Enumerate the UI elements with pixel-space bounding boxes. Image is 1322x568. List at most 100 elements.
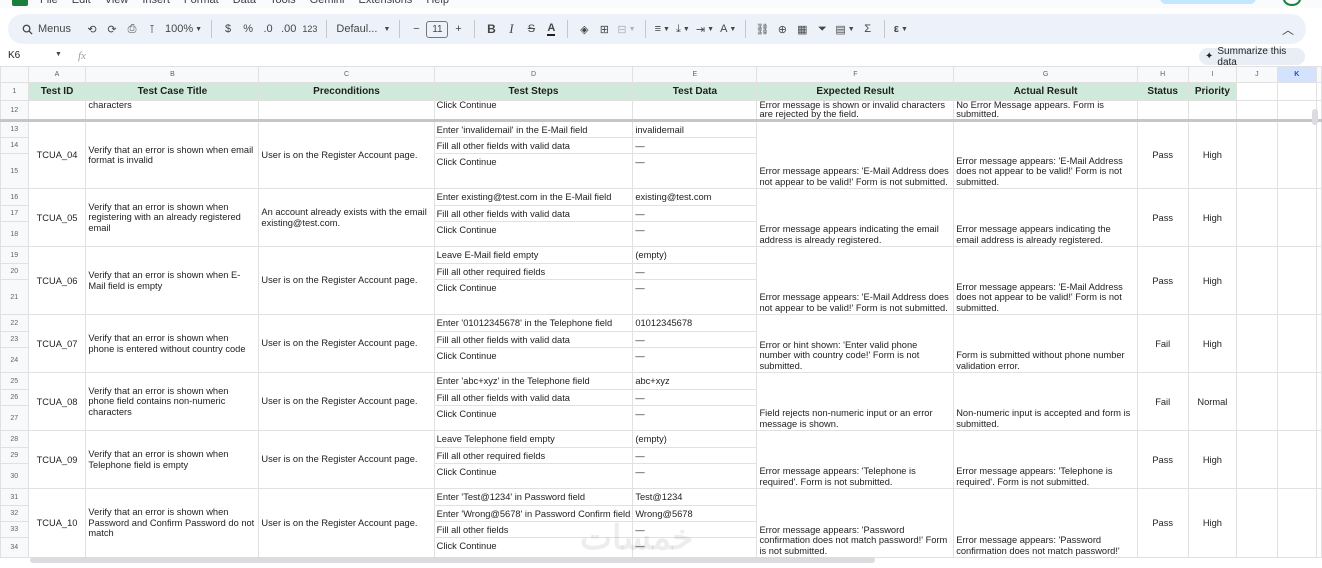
actual-result-cell[interactable]: Non-numeric input is accepted and form i… [953, 372, 1138, 431]
percent-format-button[interactable]: % [238, 18, 258, 40]
increase-decimal-button[interactable]: .00 [278, 18, 299, 40]
column-title-cell[interactable]: Test Steps [433, 82, 634, 101]
menu-item[interactable]: Help [426, 0, 449, 6]
menu-item[interactable]: Format [184, 0, 219, 6]
empty-cell[interactable] [1236, 188, 1278, 247]
horizontal-align-icon[interactable]: ≡ ▼ [652, 18, 673, 40]
test-data-cell[interactable]: — [632, 263, 758, 280]
expected-result-cell[interactable]: Error message appears: 'E-Mail Address d… [756, 120, 955, 189]
table-cell[interactable]: characters [85, 100, 260, 122]
decrease-decimal-button[interactable]: .0 [258, 18, 278, 40]
test-data-cell[interactable]: (empty) [632, 246, 758, 264]
expected-result-cell[interactable]: Error message appears: 'Telephone is req… [756, 430, 955, 489]
text-wrapping-icon[interactable]: ⇥ ▼ [693, 18, 717, 40]
font-select[interactable]: Defaul... ▼ [333, 18, 393, 40]
row-header[interactable]: 28 [0, 430, 29, 448]
summarize-data-button[interactable]: ✦ Summarize this data [1199, 46, 1305, 68]
scrollbar-thumb[interactable] [1312, 109, 1318, 125]
text-color-button[interactable]: A [541, 18, 561, 40]
test-step-cell[interactable]: Click Continue [433, 153, 634, 189]
empty-cell[interactable] [1187, 100, 1238, 122]
row-header[interactable]: 16 [0, 188, 29, 206]
undo-icon[interactable]: ⟲ [82, 18, 102, 40]
menu-item[interactable]: Edit [72, 0, 91, 6]
italic-button[interactable]: I [501, 18, 521, 40]
currency-format-button[interactable]: $ [218, 18, 238, 40]
column-title-cell[interactable]: Priority [1187, 82, 1238, 101]
test-title-cell[interactable]: Verify that an error is shown when regis… [85, 188, 260, 247]
row-header[interactable]: 12 [0, 100, 29, 122]
test-step-cell[interactable]: Fill all other fields with valid data [433, 389, 634, 406]
column-header[interactable]: C [258, 66, 435, 83]
empty-cell[interactable] [1236, 100, 1278, 122]
test-title-cell[interactable]: Verify that an error is shown when Passw… [85, 488, 260, 558]
strikethrough-button[interactable]: S [521, 18, 541, 40]
actual-result-cell[interactable]: Error message appears indicating the ema… [953, 188, 1138, 247]
print-icon[interactable]: ⎙ [122, 18, 142, 40]
column-title-cell[interactable] [1236, 82, 1278, 101]
expected-result-cell[interactable]: Error message appears indicating the ema… [756, 188, 955, 247]
row-header[interactable]: 30 [0, 463, 29, 489]
test-data-cell[interactable]: — [632, 347, 758, 373]
insert-chart-icon[interactable]: ▦ [792, 18, 812, 40]
row-header[interactable]: 17 [0, 205, 29, 222]
column-header[interactable]: A [27, 66, 87, 83]
column-header[interactable]: G [953, 66, 1138, 83]
name-box[interactable]: K6 [8, 50, 20, 61]
expected-result-cell[interactable]: Field rejects non-numeric input or an er… [756, 372, 955, 431]
table-cell[interactable] [258, 100, 435, 122]
test-data-cell[interactable]: — [632, 389, 758, 406]
precondition-cell[interactable]: An account already exists with the email… [258, 188, 435, 247]
row-header[interactable]: 22 [0, 314, 29, 332]
test-data-cell[interactable]: abc+xyz [632, 372, 758, 390]
priority-cell[interactable]: High [1187, 188, 1238, 247]
test-id-cell[interactable]: TCUA_06 [27, 246, 87, 315]
column-header[interactable]: I [1187, 66, 1238, 83]
test-step-cell[interactable]: Enter existing@test.com in the E-Mail fi… [433, 188, 634, 206]
number-format-button[interactable]: 123 [299, 18, 320, 40]
collapse-toolbar-icon[interactable]: ︿ [1278, 18, 1298, 40]
test-title-cell[interactable]: Verify that an error is shown when phone… [85, 372, 260, 431]
empty-cell[interactable] [1236, 488, 1278, 558]
precondition-cell[interactable]: User is on the Register Account page. [258, 488, 435, 558]
test-data-cell[interactable]: Test@1234 [632, 488, 758, 506]
test-step-cell[interactable]: Fill all other required fields [433, 447, 634, 464]
empty-cell[interactable] [1236, 120, 1278, 189]
test-data-cell[interactable]: existing@test.com [632, 188, 758, 206]
input-tools-icon[interactable]: ε ▼ [891, 18, 911, 40]
test-id-cell[interactable]: TCUA_05 [27, 188, 87, 247]
priority-cell[interactable]: High [1187, 430, 1238, 489]
test-step-cell[interactable]: Leave Telephone field empty [433, 430, 634, 448]
row-header[interactable]: 13 [0, 120, 29, 138]
test-id-cell[interactable]: TCUA_08 [27, 372, 87, 431]
table-cell[interactable] [27, 100, 87, 122]
menu-item[interactable]: Insert [142, 0, 170, 6]
test-step-cell[interactable]: Enter 'Test@1234' in Password field [433, 488, 634, 506]
redo-icon[interactable]: ⟳ [102, 18, 122, 40]
test-step-cell[interactable]: Click Continue [433, 221, 634, 247]
status-cell[interactable]: Pass [1136, 120, 1189, 189]
menu-item[interactable]: Tools [270, 0, 296, 6]
chevron-down-icon[interactable]: ▼ [55, 51, 62, 58]
test-title-cell[interactable]: Verify that an error is shown when phone… [85, 314, 260, 373]
share-button[interactable] [1160, 0, 1256, 4]
empty-cell[interactable] [1236, 314, 1278, 373]
status-cell[interactable]: Pass [1136, 430, 1189, 489]
empty-cell[interactable] [1236, 430, 1278, 489]
test-data-cell[interactable]: — [632, 221, 758, 247]
precondition-cell[interactable]: User is on the Register Account page. [258, 120, 435, 189]
row-header[interactable]: 15 [0, 153, 29, 189]
precondition-cell[interactable]: User is on the Register Account page. [258, 246, 435, 315]
insert-link-icon[interactable]: ⛓ [752, 18, 772, 40]
fill-color-icon[interactable]: ◈ [574, 18, 594, 40]
test-data-cell[interactable]: — [632, 137, 758, 154]
test-step-cell[interactable]: Fill all other fields with valid data [433, 331, 634, 348]
status-cell[interactable]: Fail [1136, 314, 1189, 373]
functions-button[interactable]: Σ [858, 18, 878, 40]
test-id-cell[interactable]: TCUA_04 [27, 120, 87, 189]
vertical-scrollbar[interactable] [1311, 101, 1319, 553]
test-step-cell[interactable]: Click Continue [433, 347, 634, 373]
test-step-cell[interactable]: Enter 'abc+xyz' in the Telephone field [433, 372, 634, 390]
precondition-cell[interactable]: User is on the Register Account page. [258, 314, 435, 373]
actual-result-cell[interactable]: Error message appears: 'E-Mail Address d… [953, 120, 1138, 189]
